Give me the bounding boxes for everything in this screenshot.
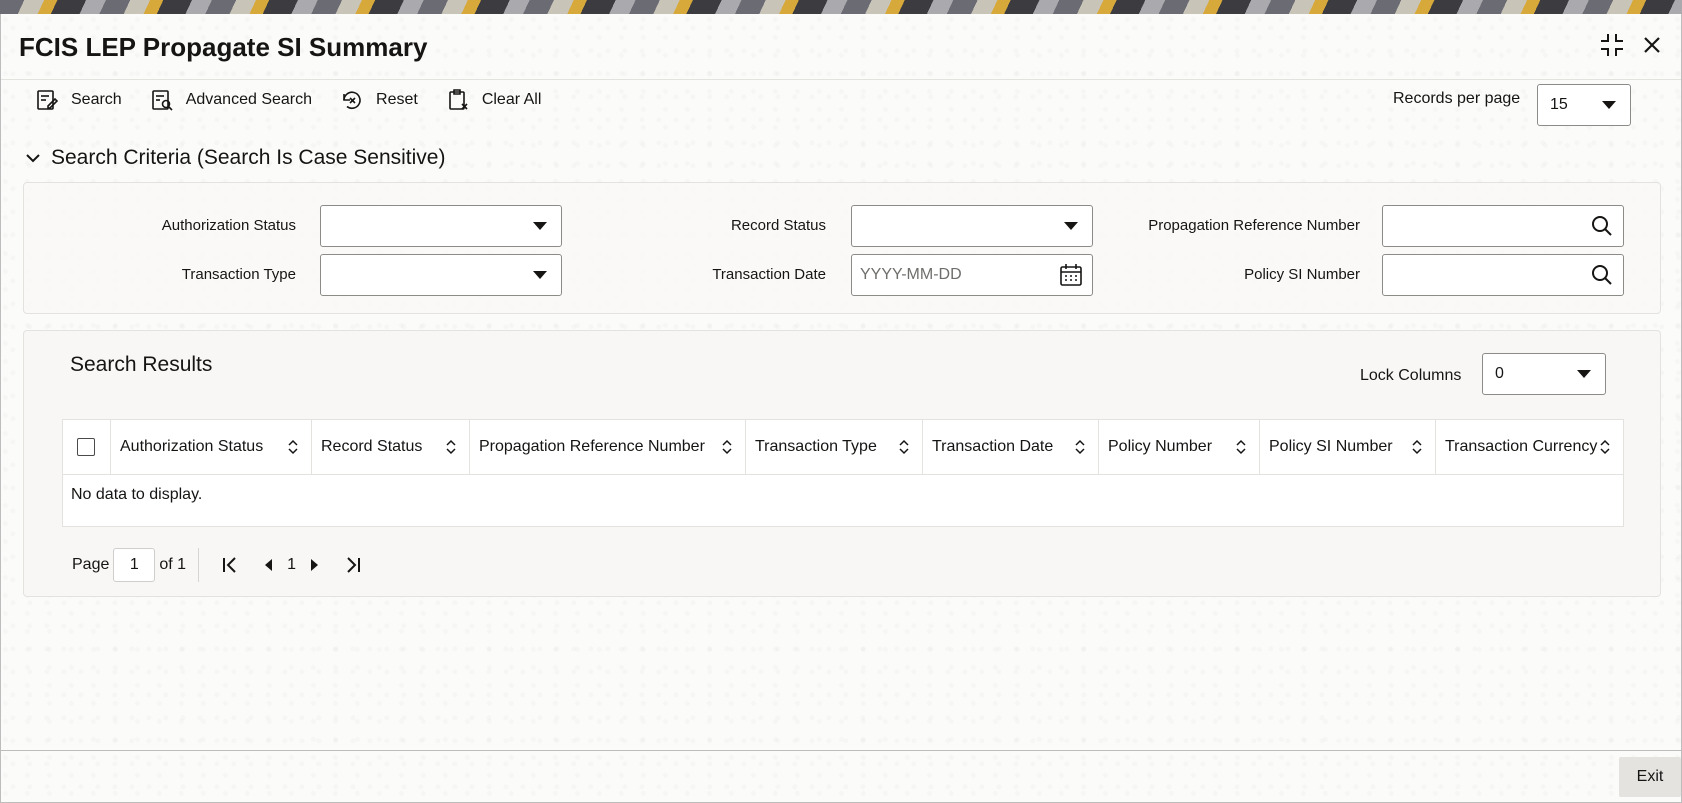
- column-header-label: Policy Number: [1108, 438, 1213, 455]
- results-table: Authorization Status Record Status Propa…: [62, 419, 1624, 527]
- close-icon: [1644, 37, 1660, 53]
- footer-bar: Exit: [1, 750, 1681, 803]
- authorization-status-label: Authorization Status: [161, 217, 296, 234]
- page-count-label: of 1: [159, 556, 187, 573]
- current-page-number: 1: [287, 556, 296, 573]
- search-criteria-heading: Search Criteria (Search Is Case Sensitiv…: [51, 146, 446, 169]
- empty-state-message: No data to display.: [71, 486, 203, 503]
- toolbar: Search Advanced Search Reset Clear All: [35, 82, 569, 118]
- reset-button[interactable]: Reset: [340, 88, 418, 112]
- column-header-label: Authorization Status: [120, 438, 264, 455]
- select-all-cell: [63, 420, 111, 474]
- pagination-divider: [198, 548, 200, 582]
- column-header-policy-si-number[interactable]: Policy SI Number: [1260, 420, 1436, 474]
- policy-si-number-label: Policy SI Number: [1244, 266, 1360, 283]
- search-results-panel: Search Results Lock Columns 0 Authorizat…: [23, 330, 1661, 597]
- column-header-label: Propagation Reference Number: [479, 438, 705, 455]
- records-per-page-label: Records per page: [1393, 90, 1521, 107]
- advanced-search-icon: [151, 90, 173, 111]
- column-header-propagation-reference-number[interactable]: Propagation Reference Number: [470, 420, 746, 474]
- sort-icon[interactable]: [721, 438, 733, 456]
- column-header-label: Policy SI Number: [1269, 438, 1393, 455]
- advanced-search-button[interactable]: Advanced Search: [150, 88, 312, 112]
- search-results-heading: Search Results: [70, 353, 213, 376]
- search-icon[interactable]: [1589, 213, 1615, 239]
- sort-icon[interactable]: [1235, 438, 1247, 456]
- transaction-date-placeholder: YYYY-MM-DD: [860, 266, 962, 283]
- transaction-date-label: Transaction Date: [712, 266, 826, 283]
- exit-button[interactable]: Exit: [1619, 757, 1681, 797]
- search-button[interactable]: Search: [35, 88, 122, 112]
- select-all-checkbox[interactable]: [77, 438, 95, 456]
- column-header-label: Transaction Type: [755, 438, 877, 455]
- search-criteria-panel: Authorization Status Record Status Propa…: [23, 182, 1661, 314]
- header-banner: [0, 0, 1682, 14]
- column-header-label: Transaction Currency: [1445, 438, 1598, 455]
- pagination: Page 1 of 1 1: [72, 547, 372, 583]
- chevron-down-icon[interactable]: [23, 148, 43, 168]
- last-page-icon[interactable]: [342, 554, 364, 576]
- search-icon[interactable]: [1589, 262, 1615, 288]
- sort-icon[interactable]: [445, 438, 457, 456]
- maximize-button[interactable]: [1597, 30, 1627, 60]
- page-number-input[interactable]: 1: [113, 548, 156, 582]
- lock-columns-label: Lock Columns: [1360, 367, 1462, 384]
- table-header: Authorization Status Record Status Propa…: [63, 420, 1623, 475]
- policy-si-number-input[interactable]: [1382, 254, 1624, 296]
- clear-all-icon: [449, 89, 468, 110]
- summary-window: FCIS LEP Propagate SI Summary Search Adv…: [0, 14, 1682, 803]
- search-form-icon: [37, 90, 59, 110]
- maximize-icon: [1601, 34, 1623, 56]
- record-status-select[interactable]: [851, 205, 1093, 247]
- lock-columns-select[interactable]: 0: [1482, 353, 1606, 395]
- propagation-reference-number-input[interactable]: [1382, 205, 1624, 247]
- close-button[interactable]: [1637, 30, 1667, 60]
- propagation-reference-number-label: Propagation Reference Number: [1148, 217, 1360, 234]
- column-header-label: Record Status: [321, 438, 423, 455]
- clear-all-button[interactable]: Clear All: [446, 88, 542, 112]
- title-bar: FCIS LEP Propagate SI Summary: [1, 14, 1681, 80]
- lock-columns-value: 0: [1495, 365, 1504, 382]
- page-title: FCIS LEP Propagate SI Summary: [19, 32, 428, 62]
- records-per-page-value: 15: [1550, 96, 1568, 113]
- column-header-transaction-date[interactable]: Transaction Date: [923, 420, 1099, 474]
- column-header-transaction-type[interactable]: Transaction Type: [746, 420, 923, 474]
- sort-icon[interactable]: [898, 438, 910, 456]
- column-header-policy-number[interactable]: Policy Number: [1099, 420, 1260, 474]
- transaction-date-input[interactable]: YYYY-MM-DD: [851, 254, 1093, 296]
- reset-label: Reset: [376, 91, 418, 108]
- column-header-record-status[interactable]: Record Status: [312, 420, 470, 474]
- sort-icon[interactable]: [1411, 438, 1423, 456]
- transaction-type-label: Transaction Type: [181, 266, 296, 283]
- sort-icon[interactable]: [1599, 438, 1611, 456]
- record-status-label: Record Status: [730, 217, 826, 234]
- chevron-down-icon: [1577, 370, 1591, 378]
- clear-all-label: Clear All: [481, 91, 542, 108]
- reset-icon: [343, 91, 361, 110]
- chevron-down-icon: [1602, 101, 1616, 109]
- column-header-authorization-status[interactable]: Authorization Status: [111, 420, 312, 474]
- column-header-label: Transaction Date: [932, 438, 1054, 455]
- column-header-transaction-currency[interactable]: Transaction Currency: [1436, 420, 1623, 474]
- previous-page-icon[interactable]: [257, 554, 279, 576]
- first-page-icon[interactable]: [219, 554, 241, 576]
- search-criteria-header[interactable]: Search Criteria (Search Is Case Sensitiv…: [23, 146, 445, 170]
- sort-icon[interactable]: [1074, 438, 1086, 456]
- page-label: Page: [72, 556, 110, 573]
- next-page-icon[interactable]: [304, 554, 326, 576]
- page-number-value: 1: [129, 556, 139, 573]
- search-button-label: Search: [71, 91, 122, 108]
- sort-icon[interactable]: [287, 438, 299, 456]
- advanced-search-label: Advanced Search: [185, 91, 313, 108]
- records-per-page-select[interactable]: 15: [1537, 84, 1631, 126]
